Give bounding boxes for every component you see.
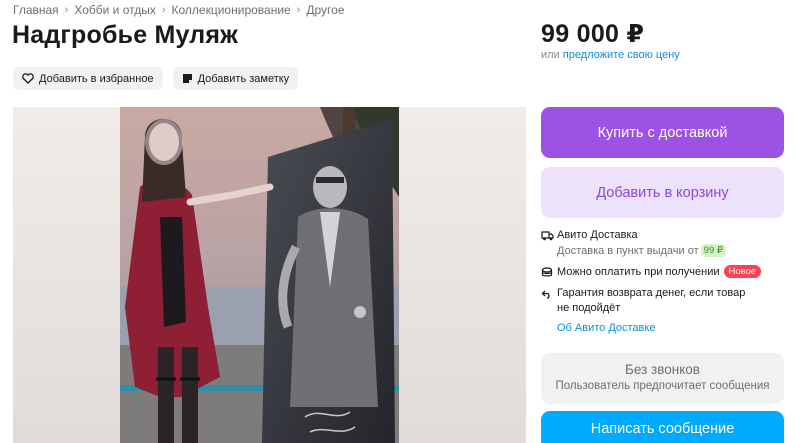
breadcrumb-hobby[interactable]: Хобби и отдых — [74, 3, 156, 17]
add-to-cart-button[interactable]: Добавить в корзину — [541, 167, 784, 218]
guarantee-line-2: не подойдёт — [557, 302, 621, 314]
delivery-title: Авито Доставка — [557, 229, 638, 241]
add-to-favorites-label: Добавить в избранное — [39, 72, 154, 85]
breadcrumb-home[interactable]: Главная — [13, 3, 59, 17]
note-icon — [182, 74, 192, 83]
price-hint-prefix: или — [541, 49, 560, 61]
breadcrumb: Главная › Хобби и отдых › Коллекциониров… — [13, 3, 345, 17]
heart-icon — [22, 73, 34, 84]
page-title: Надгробье Муляж — [12, 21, 239, 49]
listing-photo[interactable] — [120, 107, 399, 443]
breadcrumb-collecting[interactable]: Коллекционирование — [172, 3, 291, 17]
photo-gallery[interactable] — [13, 107, 526, 443]
pay-on-receipt-text: Можно оплатить при получении — [557, 266, 720, 278]
about-delivery-link[interactable]: Об Авито Доставке — [557, 322, 655, 334]
delivery-title-row: Авито Доставка — [541, 228, 786, 243]
price-hint: или предложите свою цену — [541, 49, 680, 61]
listing-actions: Добавить в избранное Добавить заметку — [13, 67, 299, 90]
listing-photo-image — [120, 107, 399, 443]
no-calls-title: Без звонков — [625, 362, 700, 377]
add-note-button[interactable]: Добавить заметку — [172, 67, 299, 90]
guarantee-text: Гарантия возврата денег, если товар не п… — [557, 286, 745, 316]
price: 99 000 ₽ — [541, 20, 645, 48]
breadcrumb-separator: › — [161, 4, 166, 16]
add-note-label: Добавить заметку — [197, 72, 290, 85]
breadcrumb-separator: › — [64, 4, 69, 16]
suggest-price-link[interactable]: предложите свою цену — [563, 49, 680, 61]
guarantee-line-1: Гарантия возврата денег, если товар — [557, 287, 746, 299]
no-calls-notice: Без звонков Пользователь предпочитает со… — [541, 353, 784, 404]
return-arrow-icon — [541, 286, 557, 301]
truck-icon — [541, 228, 557, 243]
buy-with-delivery-button[interactable]: Купить с доставкой — [541, 107, 784, 158]
pay-on-receipt-row: Можно оплатить при получении Новое — [541, 265, 786, 280]
delivery-pickup-row: Доставка в пункт выдачи от 99 ₽ — [541, 244, 786, 259]
delivery-info: Авито Доставка Доставка в пункт выдачи о… — [541, 228, 786, 334]
delivery-price-badge: 99 ₽ — [700, 244, 726, 257]
guarantee-row: Гарантия возврата денег, если товар не п… — [541, 286, 786, 316]
add-to-favorites-button[interactable]: Добавить в избранное — [13, 67, 163, 90]
coins-icon — [541, 265, 557, 280]
breadcrumb-other[interactable]: Другое — [306, 3, 344, 17]
no-calls-subtitle: Пользователь предпочитает сообщения — [555, 380, 770, 392]
breadcrumb-separator: › — [296, 4, 301, 16]
write-message-button[interactable]: Написать сообщение — [541, 411, 784, 443]
new-badge: Новое — [723, 265, 762, 278]
delivery-pickup-text: Доставка в пункт выдачи от — [557, 245, 699, 257]
